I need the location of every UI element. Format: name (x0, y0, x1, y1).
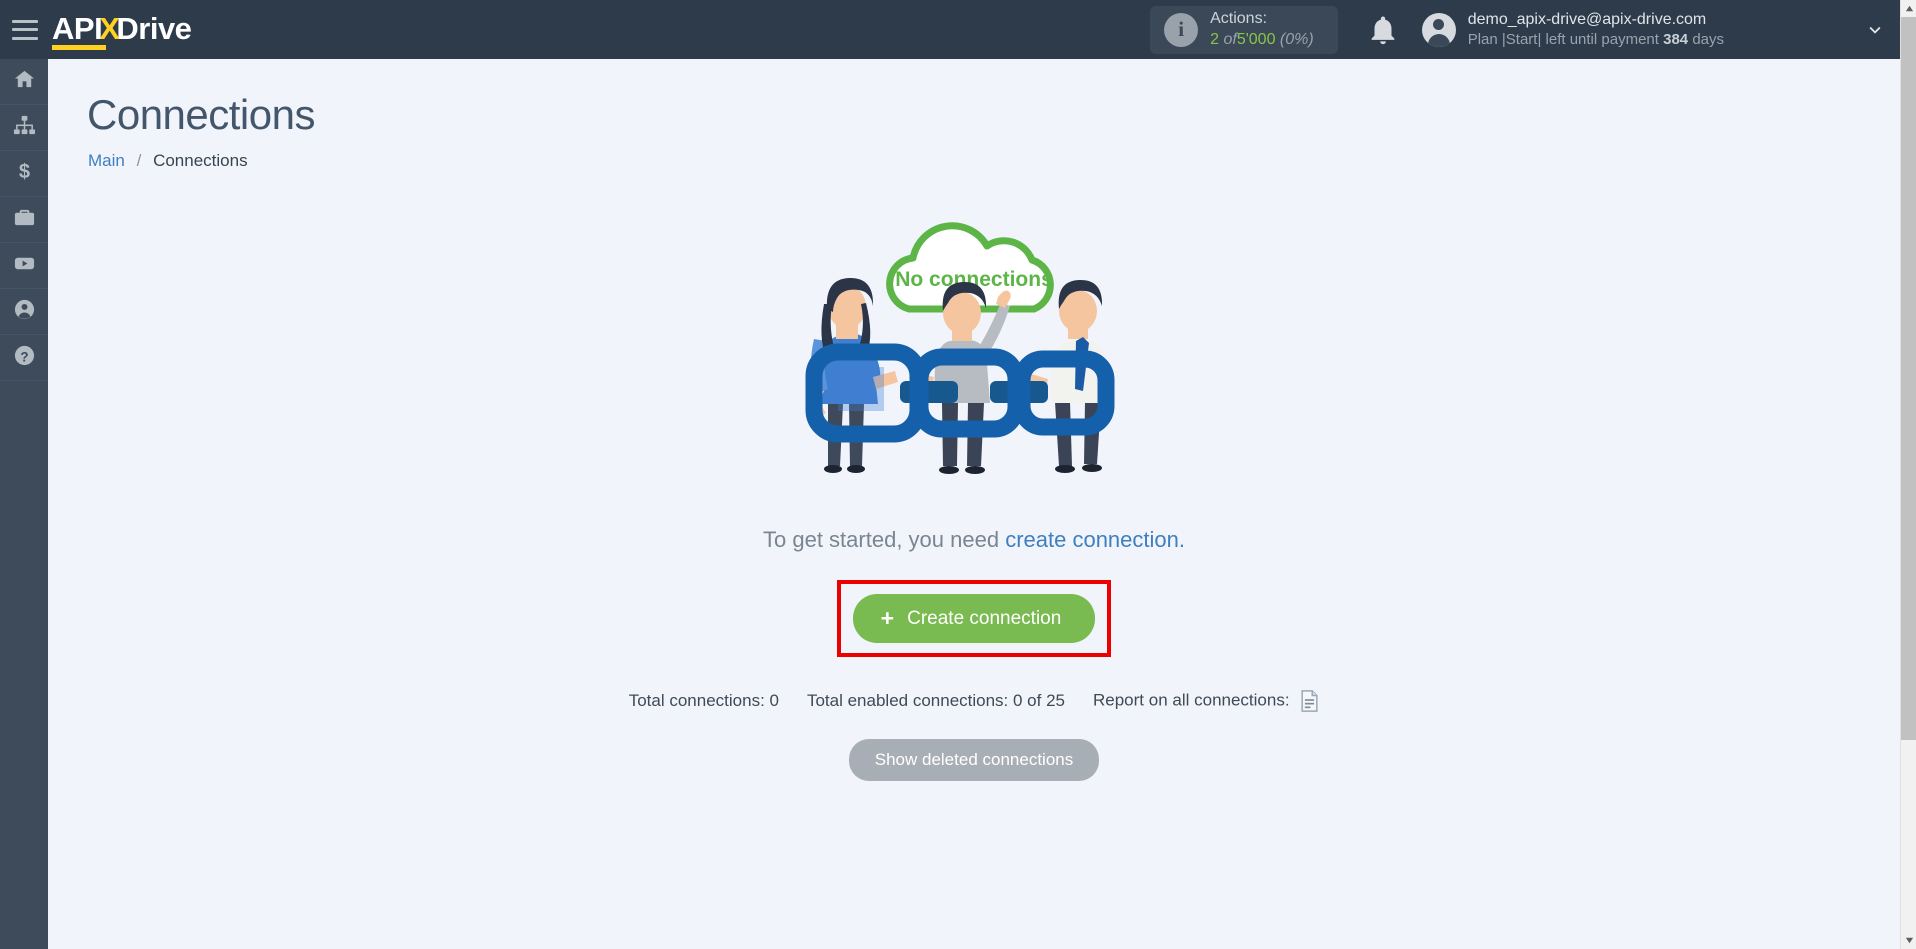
apix-drive-logo[interactable]: API X Drive (52, 11, 192, 50)
sidebar-item-video[interactable] (0, 243, 48, 289)
sidebar-item-billing[interactable]: $ (0, 151, 48, 197)
sidebar-item-account[interactable] (0, 289, 48, 335)
document-report-icon[interactable] (1300, 690, 1319, 712)
plus-icon: + (880, 605, 895, 631)
user-email: demo_apix-drive@apix-drive.com (1467, 10, 1707, 28)
get-started-hint: To get started, you need create connecti… (763, 527, 1185, 553)
user-circle-icon (13, 298, 36, 326)
briefcase-icon (13, 206, 36, 234)
create-connection-highlight-box: + Create connection (836, 580, 1112, 657)
user-plan-days: 384 (1663, 31, 1689, 49)
top-header: API X Drive i Actions: 2 of5'000 (0%) de… (0, 0, 1900, 59)
sitemap-icon (13, 114, 36, 142)
breadcrumb-main-link[interactable]: Main (88, 151, 125, 170)
connection-stats: Total connections: 0 Total enabled conne… (629, 690, 1320, 712)
page-scrollbar[interactable] (1900, 0, 1916, 949)
scroll-up-arrow-icon[interactable] (1901, 0, 1916, 17)
burger-line (12, 36, 38, 40)
home-icon (13, 68, 36, 96)
total-connections-stat: Total connections: 0 (628, 691, 779, 710)
logo-drive: Drive (116, 11, 192, 46)
user-plan-prefix: Plan |Start| left until payment (1467, 31, 1659, 49)
youtube-icon (13, 252, 36, 280)
no-connections-illustration: No connections (754, 189, 1194, 519)
breadcrumb-separator: / (136, 151, 142, 170)
actions-percent: (0%) (1279, 30, 1314, 48)
main-content: Connections Main / Connections No connec… (48, 59, 1900, 949)
actions-of: of (1223, 30, 1237, 48)
svg-text:$: $ (18, 161, 29, 183)
actions-used: 2 (1210, 30, 1220, 48)
user-plan-suffix: days (1692, 31, 1724, 49)
actions-text-group: Actions: 2 of5'000 (0%) (1210, 9, 1314, 51)
sidebar-item-home[interactable] (0, 59, 48, 105)
user-info[interactable]: demo_apix-drive@apix-drive.com Plan |Sta… (1468, 9, 1724, 51)
bell-icon[interactable] (1366, 13, 1400, 47)
app-root: API X Drive i Actions: 2 of5'000 (0%) de… (0, 0, 1916, 949)
svg-text:?: ? (20, 349, 28, 364)
logo-x: X (99, 11, 120, 46)
show-deleted-connections-button[interactable]: Show deleted connections (848, 739, 1100, 781)
dollar-icon: $ (13, 160, 36, 188)
create-connection-button[interactable]: + Create connection (852, 594, 1096, 643)
actions-counter-panel[interactable]: i Actions: 2 of5'000 (0%) (1150, 5, 1338, 54)
question-icon: ? (13, 344, 36, 372)
page-title: Connections (87, 91, 315, 138)
create-connection-button-label: Create connection (907, 607, 1062, 629)
breadcrumb-current: Connections (153, 151, 248, 170)
user-avatar-icon[interactable] (1421, 12, 1456, 47)
hamburger-menu-icon[interactable] (12, 19, 38, 40)
actions-label: Actions: (1210, 9, 1268, 27)
logo-api: API (52, 11, 107, 50)
user-plan: Plan |Start| left until payment 384 days (1468, 30, 1724, 50)
total-enabled-connections-stat: Total enabled connections: 0 of 25 (806, 691, 1065, 710)
sidebar-item-connections[interactable] (0, 105, 48, 151)
report-label: Report on all connections: (1093, 690, 1290, 710)
actions-total: 5'000 (1236, 30, 1276, 48)
sidebar-item-business[interactable] (0, 197, 48, 243)
header-right-group: i Actions: 2 of5'000 (0%) demo_apix-driv… (1150, 0, 1900, 59)
left-sidebar: $ ? (0, 59, 48, 949)
burger-line (12, 19, 38, 23)
burger-line (12, 28, 38, 31)
chevron-down-icon[interactable] (1864, 19, 1886, 41)
info-icon: i (1164, 12, 1199, 47)
scroll-down-arrow-icon[interactable] (1901, 932, 1916, 949)
sidebar-item-help[interactable]: ? (0, 335, 48, 381)
scrollbar-thumb[interactable] (1901, 17, 1916, 740)
hint-text: To get started, you need (763, 527, 1000, 552)
empty-state: No connections To get started, you need … (48, 189, 1900, 781)
report-on-all-connections: Report on all connections: (1093, 690, 1319, 712)
breadcrumb: Main / Connections (88, 151, 1900, 171)
actions-value: 2 of5'000 (0%) (1210, 30, 1314, 51)
create-connection-link[interactable]: create connection. (1005, 527, 1185, 552)
